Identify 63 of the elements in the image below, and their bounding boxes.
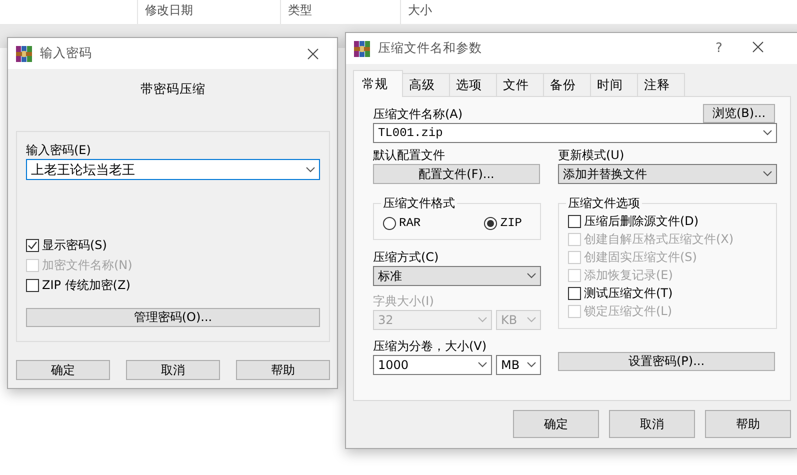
window-title: 输入密码 (40, 45, 93, 62)
checkbox[interactable] (568, 214, 581, 228)
close-icon[interactable] (752, 41, 764, 53)
size-dropdown[interactable]: 1000 (373, 355, 492, 375)
group-title: 压缩文件选项 (566, 195, 642, 212)
chevron-icon (306, 166, 315, 172)
chevron-icon (763, 130, 772, 136)
update-mode-dropdown[interactable]: 添加并替换文件 (558, 164, 777, 184)
browse-button[interactable]: 浏览(B)... (703, 104, 775, 123)
set-password-button[interactable]: 设置密码(P)... (558, 352, 775, 371)
checkbox-label: 测试压缩文件(T) (584, 284, 673, 302)
radio-label: ZIP (500, 216, 522, 230)
unit-dropdown[interactable]: MB (496, 355, 541, 375)
field-label: 压缩方式(C) (373, 249, 440, 266)
chevron-icon (763, 171, 772, 177)
field-label: 压缩为分卷，大小(V) (373, 338, 488, 355)
field-label: 默认配置文件 (373, 147, 446, 164)
checkbox-label: ZIP 传统加密(Z) (42, 276, 130, 294)
group-title: 压缩文件格式 (381, 195, 457, 212)
chevron-icon (527, 273, 536, 279)
chevron-icon (527, 362, 536, 368)
books-icon (16, 46, 32, 62)
field-label: 输入密码(E) (26, 142, 92, 159)
column-header[interactable]: 修改日期 (145, 3, 193, 17)
dialog-button[interactable]: 帮助 (705, 410, 791, 438)
help-button[interactable]: ? (704, 41, 734, 56)
password-field[interactable]: 上老王论坛当老王 (26, 159, 320, 180)
field-label: 字典大小(I) (373, 293, 435, 310)
column-header[interactable]: 类型 (288, 3, 312, 17)
profile-button[interactable]: 配置文件(F)... (373, 164, 540, 184)
field-label: 更新模式(U) (558, 147, 626, 164)
close-icon[interactable] (307, 48, 319, 60)
checkbox[interactable] (26, 238, 39, 252)
dialog-button[interactable]: 帮助 (236, 360, 330, 380)
dialog-button[interactable]: 取消 (609, 410, 695, 438)
checkbox-label: 加密文件名称(N) (42, 256, 132, 274)
dialog-heading: 带密码压缩 (140, 81, 206, 98)
books-icon (354, 40, 370, 56)
radio-button[interactable] (383, 216, 396, 230)
window-title: 压缩文件名和参数 (378, 40, 483, 57)
chevron-icon (478, 362, 487, 368)
checkbox-label: 添加恢复记录(E) (584, 266, 673, 284)
chevron-icon (478, 317, 487, 323)
checkbox[interactable] (568, 286, 581, 300)
tab[interactable]: 注释 (637, 73, 685, 97)
checkbox-label: 显示密码(S) (42, 236, 107, 254)
checkbox-label: 压缩后删除源文件(D) (584, 212, 699, 230)
dialog-button[interactable]: 取消 (126, 360, 220, 380)
tab[interactable]: 常规 (353, 70, 403, 97)
field-label: 压缩文件名称(A) (373, 106, 463, 123)
manage-password-button[interactable]: 管理密码(O)... (26, 308, 320, 327)
archive-name-field[interactable]: TL001.zip (373, 123, 777, 143)
dialog-button[interactable]: 确定 (16, 360, 110, 380)
column-header[interactable]: 大小 (408, 3, 432, 17)
checkbox-label: 锁定压缩文件(L) (584, 302, 672, 320)
checkbox-label: 创建自解压格式压缩文件(X) (584, 230, 734, 248)
radio-button[interactable] (484, 216, 498, 230)
radio-label: RAR (399, 216, 421, 230)
checkbox-label: 创建固实压缩文件(S) (584, 248, 697, 266)
method-dropdown[interactable]: 标准 (373, 266, 541, 286)
checkbox[interactable] (26, 278, 39, 292)
dialog-button[interactable]: 确定 (513, 410, 599, 438)
chevron-icon (527, 317, 536, 323)
